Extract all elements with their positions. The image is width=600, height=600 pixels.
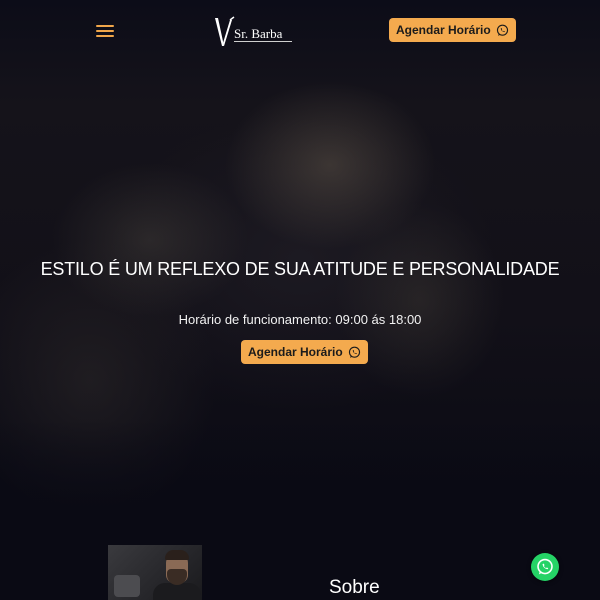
razor-logo-icon (215, 16, 235, 46)
hero-schedule-label: Agendar Horário (248, 345, 343, 359)
whatsapp-icon (496, 24, 508, 36)
site-logo[interactable]: Sr. Barba (212, 16, 296, 50)
logo-text: Sr. Barba (234, 26, 283, 41)
floating-whatsapp-button[interactable] (531, 553, 559, 581)
whatsapp-icon (537, 558, 553, 575)
barber-chair-shape (114, 575, 140, 597)
hamburger-menu-icon[interactable] (96, 24, 114, 38)
opening-hours-text: Horário de funcionamento: 09:00 ás 18:00 (178, 312, 422, 327)
about-section-title: Sobre (329, 577, 380, 598)
hero-schedule-button[interactable]: Agendar Horário (241, 340, 368, 364)
barber-hair-shape (165, 550, 189, 560)
hero-fade-overlay (0, 420, 600, 530)
about-barber-photo (108, 545, 202, 600)
menu-bar (96, 30, 114, 32)
barber-body-shape (153, 583, 201, 600)
menu-bar (96, 35, 114, 37)
page: Sr. Barba Agendar Horário ESTILO É UM RE… (0, 0, 600, 600)
logo-underline (234, 41, 292, 42)
header-schedule-label: Agendar Horário (396, 23, 491, 37)
header-schedule-button[interactable]: Agendar Horário (389, 18, 516, 42)
menu-bar (96, 25, 114, 27)
whatsapp-icon (348, 346, 360, 358)
hero-title: ESTILO É UM REFLEXO DE SUA ATITUDE E PER… (40, 259, 560, 279)
